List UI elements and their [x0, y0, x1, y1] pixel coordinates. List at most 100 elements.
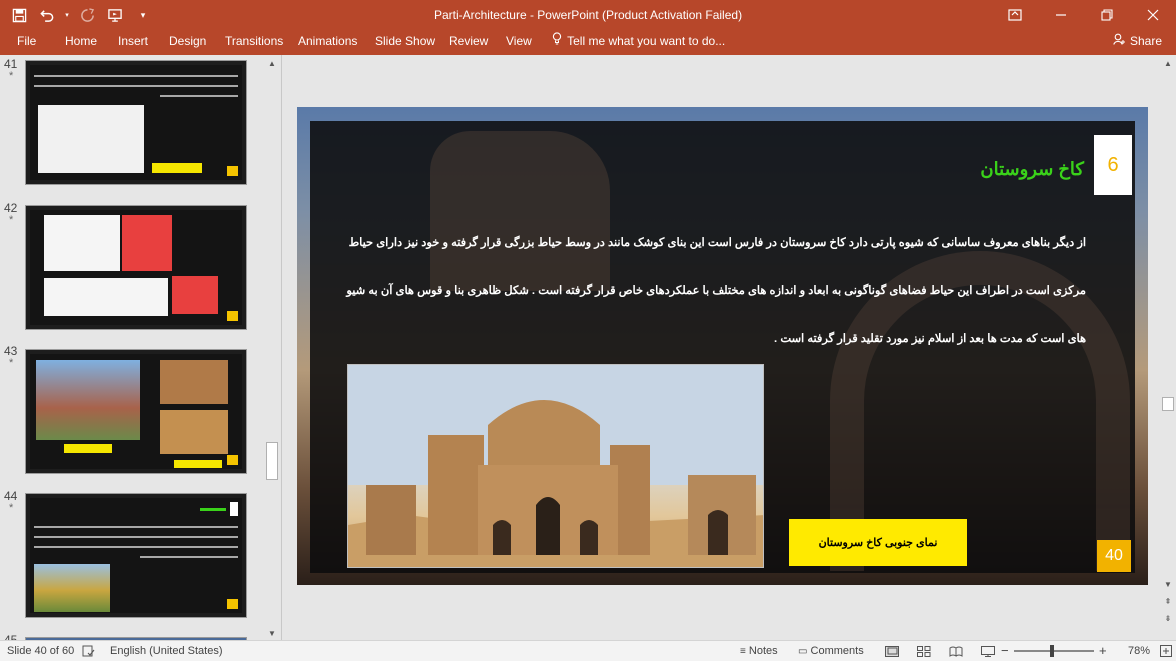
- paragraph-line: مرکزی است در اطراف این حیاط فضاهای گوناگ…: [346, 285, 1086, 297]
- slide-canvas[interactable]: 6 کاخ سروستان از دیگر بناهای معروف ساسان…: [297, 107, 1148, 585]
- thumb-page-number: [227, 311, 238, 321]
- tab-review[interactable]: Review: [449, 30, 488, 55]
- spell-check-icon[interactable]: [82, 641, 95, 661]
- slide-page-number: 40: [1097, 540, 1131, 572]
- slide-thumbnail-42[interactable]: [25, 205, 247, 330]
- section-number-box: 6: [1094, 135, 1132, 195]
- powerpoint-window: ▾ ▾ Parti-Architecture - PowerPoint (Pro…: [0, 0, 1176, 661]
- thumb-list-box: [122, 215, 172, 271]
- comments-label: Comments: [810, 645, 864, 657]
- scroll-up-icon[interactable]: ▲: [1160, 57, 1176, 71]
- language-indicator[interactable]: English (United States): [110, 641, 223, 661]
- notes-icon: ≡: [740, 646, 746, 657]
- thumb-background: [30, 65, 242, 180]
- status-bar: Slide 40 of 60 English (United States) ≡…: [0, 640, 1176, 661]
- tab-insert[interactable]: Insert: [118, 30, 148, 55]
- paragraph-line: از دیگر بناهای معروف ساسانی که شیوه پارت…: [348, 237, 1086, 249]
- tell-me-text: Tell me what you want to do...: [567, 34, 726, 48]
- thumb-star: *: [9, 214, 14, 226]
- thumb-image: [38, 105, 144, 173]
- comments-button[interactable]: ▭ Comments: [798, 641, 864, 661]
- thumb-image: [36, 360, 140, 440]
- palace-illustration: [348, 365, 763, 567]
- previous-slide-icon[interactable]: ⇞: [1160, 595, 1176, 609]
- thumb-caption: [174, 460, 222, 468]
- zoom-in-icon[interactable]: +: [1099, 641, 1107, 661]
- thumb-image: [160, 410, 228, 454]
- tab-design[interactable]: Design: [169, 30, 206, 55]
- scrollbar-thumb[interactable]: [266, 442, 278, 480]
- thumb-number: 42: [4, 201, 18, 215]
- slide-dark-overlay: 6 کاخ سروستان از دیگر بناهای معروف ساسان…: [310, 121, 1135, 573]
- tab-animations[interactable]: Animations: [298, 30, 357, 55]
- zoom-slider[interactable]: [1014, 650, 1094, 652]
- window-controls: [992, 0, 1176, 30]
- comments-icon: ▭: [798, 646, 808, 657]
- thumb-image: [160, 360, 228, 404]
- lightbulb-icon: [552, 30, 564, 52]
- tab-transitions[interactable]: Transitions: [225, 30, 283, 55]
- thumb-star: *: [9, 502, 14, 514]
- thumb-title: [200, 508, 226, 511]
- reading-view-icon[interactable]: [949, 641, 963, 661]
- thumb-number-box: [230, 502, 238, 516]
- scroll-up-icon[interactable]: ▲: [264, 57, 280, 71]
- sarvestan-palace-photo[interactable]: [347, 364, 764, 568]
- minimize-icon[interactable]: [1038, 0, 1084, 30]
- paragraph-line: های است که مدت ها بعد از اسلام نیز مورد …: [774, 333, 1086, 345]
- share-button[interactable]: Share: [1112, 30, 1162, 55]
- thumb-caption: [64, 444, 112, 453]
- thumb-caption: [172, 276, 218, 314]
- ribbon-tabs: File Home Insert Design Transitions Anim…: [0, 30, 1176, 55]
- thumb-background: [30, 498, 242, 613]
- tab-slide-show[interactable]: Slide Show: [375, 30, 435, 55]
- scroll-down-icon[interactable]: ▼: [264, 627, 280, 641]
- slide-sorter-icon[interactable]: [917, 641, 931, 661]
- thumb-number: 44: [4, 489, 18, 503]
- tab-file[interactable]: File: [17, 30, 36, 55]
- thumb-image: [44, 278, 168, 316]
- thumb-star: *: [9, 357, 14, 369]
- scroll-down-icon[interactable]: ▼: [1160, 578, 1176, 592]
- next-slide-icon[interactable]: ⇟: [1160, 612, 1176, 626]
- slideshow-view-icon[interactable]: [981, 641, 995, 661]
- thumb-background: [30, 210, 242, 325]
- slide-thumbnail-43[interactable]: [25, 349, 247, 474]
- zoom-level[interactable]: 78%: [1128, 641, 1150, 661]
- zoom-out-icon[interactable]: −: [1001, 641, 1009, 661]
- thumbnail-scrollbar[interactable]: ▲ ▼: [264, 55, 280, 640]
- normal-view-icon[interactable]: [885, 641, 899, 661]
- ribbon-display-icon[interactable]: [992, 0, 1038, 30]
- zoom-slider-handle[interactable]: [1050, 645, 1054, 657]
- title-bar: ▾ ▾ Parti-Architecture - PowerPoint (Pro…: [0, 0, 1176, 30]
- tell-me-box[interactable]: Tell me what you want to do...: [552, 30, 725, 55]
- thumb-number: 41: [4, 57, 18, 71]
- person-icon: [1112, 30, 1127, 52]
- tab-view[interactable]: View: [506, 30, 532, 55]
- thumb-page-number: [227, 166, 238, 176]
- close-icon[interactable]: [1130, 0, 1176, 30]
- thumb-star: *: [9, 70, 14, 82]
- slide-title[interactable]: کاخ سروستان: [870, 159, 1084, 180]
- fit-slide-icon[interactable]: [1160, 641, 1172, 661]
- slide-thumbnail-pane: 41 * 42 * 43 * 44 * 45: [0, 55, 262, 640]
- slide-thumbnail-41[interactable]: [25, 60, 247, 185]
- thumb-page-number: [227, 455, 238, 465]
- thumb-page-number: [227, 599, 238, 609]
- thumb-caption: [152, 163, 202, 173]
- photo-caption-label[interactable]: نمای جنوبی کاخ سروستان: [789, 519, 967, 566]
- slide-paragraph[interactable]: از دیگر بناهای معروف ساسانی که شیوه پارت…: [344, 219, 1086, 363]
- thumb-background: [30, 354, 242, 469]
- thumb-image: [44, 215, 120, 271]
- tab-home[interactable]: Home: [65, 30, 97, 55]
- slide-thumbnail-44[interactable]: [25, 493, 247, 618]
- share-label: Share: [1129, 34, 1162, 48]
- notes-button[interactable]: ≡ Notes: [740, 641, 778, 661]
- notes-label: Notes: [748, 645, 778, 657]
- restore-icon[interactable]: [1084, 0, 1130, 30]
- slide-scrollbar[interactable]: ▲ ▼ ⇞ ⇟: [1160, 55, 1176, 640]
- thumb-image: [34, 564, 110, 612]
- thumb-number: 45: [4, 633, 18, 640]
- thumb-number: 43: [4, 344, 18, 358]
- scrollbar-thumb[interactable]: [1162, 397, 1174, 411]
